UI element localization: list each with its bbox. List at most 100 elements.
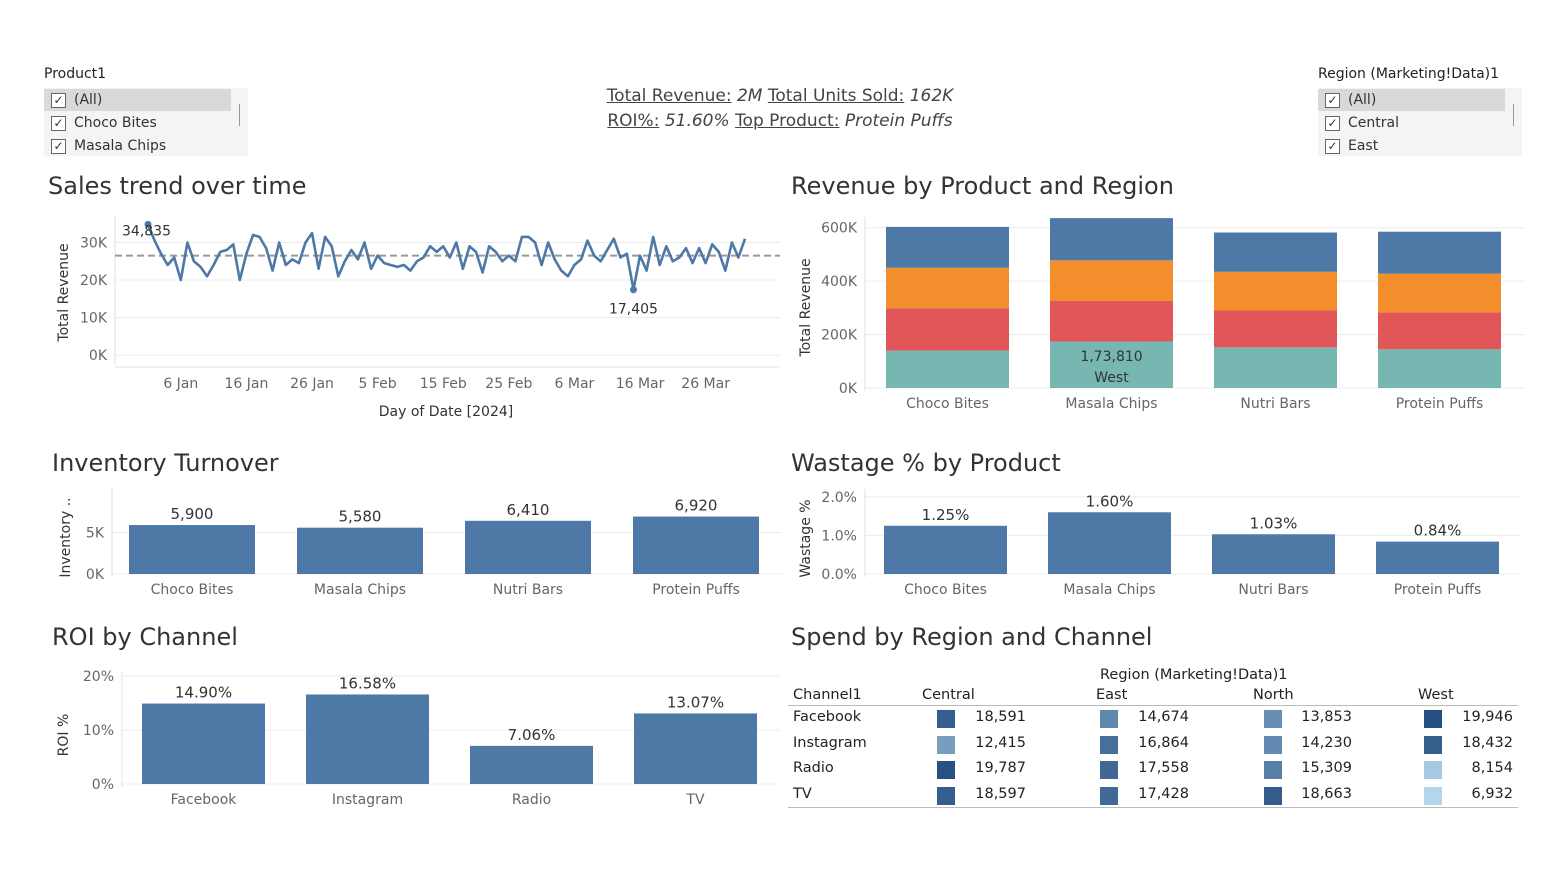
bar-value-label: 1.25% [922,506,970,524]
bar-value-label: 5,900 [171,505,214,523]
x-tick-label: Radio [512,792,551,808]
bar-value-label: 1.03% [1250,514,1298,532]
stacked-bar-segment [1214,310,1337,348]
table-cell-value: 17,558 [1138,760,1189,776]
table-row-label: Facebook [793,709,862,725]
sales-trend-chart[interactable]: 0K 10K 20K 30K 6 Jan 16 Jan 26 Jan 5 Feb 15 Feb 2… [40,205,785,425]
x-tick-label: Instagram [332,792,403,808]
column-header-north: North [1253,687,1294,703]
region-filter-scrollbar[interactable] [1513,104,1514,126]
table-cell-value: 12,415 [975,734,1026,751]
x-tick-label: Masala Chips [1063,582,1155,598]
bar-value-label: 16.58% [339,674,396,692]
total-revenue-label: Total Revenue: [606,86,732,106]
checkbox-icon[interactable]: ✓ [51,138,66,154]
y-axis-title: Total Revenue [798,258,814,357]
x-tick-label: Choco Bites [151,582,234,598]
table-cell-value: 16,864 [1138,734,1189,751]
sales-trend-title: Sales trend over time [48,172,307,200]
revenue-product-region-chart[interactable]: 0K 200K 400K 600K Choco Bites Masala Chips Nut… [790,205,1530,420]
bar [1376,541,1499,574]
heat-square [1100,710,1118,728]
bar [634,713,757,784]
x-tick-label: Facebook [171,792,238,808]
stacked-bar-segment [1214,232,1337,272]
checkbox-icon[interactable]: ✓ [1325,92,1340,108]
heat-square [1424,761,1442,779]
filter-item-label: (All) [74,92,103,108]
channel-row-header: Channel1 [793,687,862,703]
table-bottom-divider [788,807,1518,808]
roi-channel-chart[interactable]: 0% 10% 20% 14.90% Facebook 16.58% Instagram 7.0… [40,660,785,815]
checkbox-icon[interactable]: ✓ [1325,138,1340,154]
y-tick-label: 10K [80,311,108,327]
table-cell-value: 14,674 [1138,709,1189,725]
table-row-label: Radio [793,760,834,776]
bar [470,745,593,784]
x-tick-label: Protein Puffs [652,582,740,598]
x-tick-label: Nutri Bars [1238,582,1308,598]
product-filter-item-all[interactable]: ✓ (All) [44,89,231,111]
table-cell-value: 8,154 [1471,760,1513,776]
bar-value-label: 0.84% [1414,522,1462,540]
bar [884,525,1007,574]
x-tick-label: 5 Feb [359,376,397,392]
heat-square [1424,786,1442,805]
x-tick-label: 6 Jan [163,376,198,392]
stacked-bar-segment [1050,260,1173,301]
table-cell-value: 17,428 [1138,785,1189,802]
x-tick-label: 26 Jan [290,376,334,392]
wastage-chart[interactable]: 0.0% 1.0% 2.0% 1.25% Choco Bites 1.60% Masala … [790,485,1530,600]
filter-item-label: Choco Bites [74,115,157,131]
y-tick-label: 20K [80,273,108,289]
y-tick-label: 2.0% [821,490,857,506]
y-tick-label: 30K [80,236,108,252]
bar-value-label: 1.60% [1086,492,1134,510]
product-filter-item-masala-chips[interactable]: ✓ Masala Chips [44,135,166,157]
table-cell-value: 18,432 [1462,734,1513,751]
filter-item-label: East [1348,138,1379,154]
table-cell-value: 18,591 [975,709,1026,725]
bar [465,520,591,574]
top-product-label: Top Product: [735,111,840,131]
y-tick-label: 400K [821,274,858,290]
heat-square [1264,761,1282,779]
region-filter-item-east[interactable]: ✓ East [1318,135,1378,157]
x-tick-label: 25 Feb [485,376,532,392]
roi-value: 51.60% [664,111,730,131]
checkbox-icon[interactable]: ✓ [1325,115,1340,131]
table-cell-value: 15,309 [1301,760,1352,776]
region-column-group-header: Region (Marketing!Data)1 [1100,667,1288,683]
filter-item-label: Masala Chips [74,138,167,154]
region-filter-list[interactable]: ✓ (All) ✓ Central ✓ East [1318,88,1522,156]
bar-value-label: 6,410 [507,501,550,519]
y-tick-label: 600K [821,221,858,237]
bar-value-label: 7.06% [508,726,556,744]
bar-value-label: 6,920 [675,497,718,515]
inventory-turnover-chart[interactable]: 0K 5K 5,900 Choco Bites 5,580 Masala Chips 6,4… [40,485,785,600]
x-tick-label: 15 Feb [420,376,467,392]
x-tick-label: Protein Puffs [1394,582,1482,598]
product-filter-item-choco-bites[interactable]: ✓ Choco Bites [44,112,157,134]
table-cell-value: 18,597 [975,785,1026,802]
total-units-label: Total Units Sold: [767,86,905,106]
checkbox-icon[interactable]: ✓ [51,92,66,108]
filter-item-label: Central [1348,115,1399,131]
region-filter-item-central[interactable]: ✓ Central [1318,112,1399,134]
product-filter-scrollbar[interactable] [239,104,240,126]
heat-square [1100,761,1118,779]
total-revenue-value: 2M [736,86,763,106]
x-tick-label: Nutri Bars [493,582,563,598]
y-tick-label: 200K [821,328,858,344]
heat-square [1100,735,1118,754]
checkbox-icon[interactable]: ✓ [51,115,66,131]
y-tick-label: 0K [86,567,105,583]
product-filter-list[interactable]: ✓ (All) ✓ Choco Bites ✓ Masala Chips [44,88,248,156]
stacked-bar-segment [1214,271,1337,311]
kpi-line-2: ROI%: 51.60% Top Product: Protein Puffs [480,111,1080,131]
y-tick-label: 10% [83,723,114,739]
region-filter-item-all[interactable]: ✓ (All) [1318,89,1505,111]
x-tick-label: 16 Mar [616,376,665,392]
max-annotation-label: 34,835 [122,223,171,239]
bar-annotation-series: West [1094,370,1129,386]
